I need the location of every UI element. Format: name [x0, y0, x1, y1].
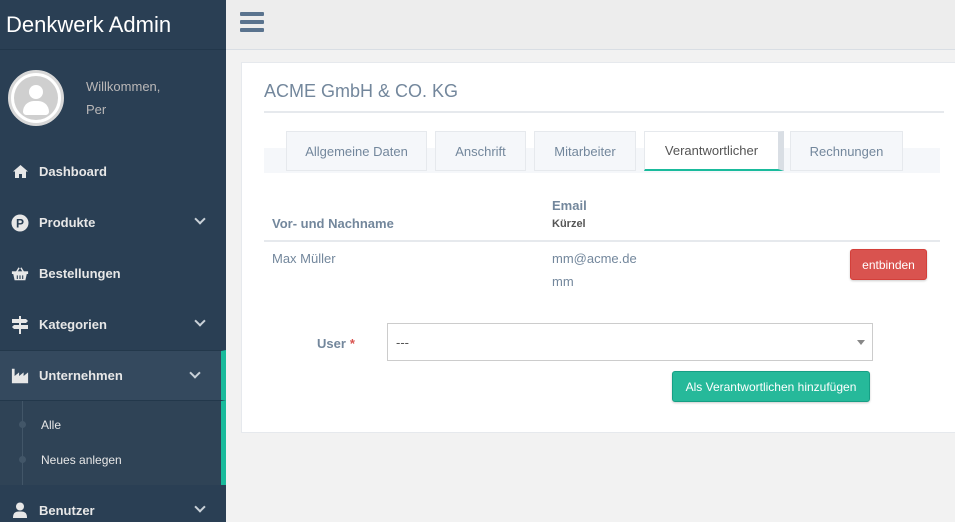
brand-title[interactable]: Denkwerk Admin — [0, 0, 226, 50]
title-divider — [264, 111, 944, 113]
column-header-name: Vor- und Nachname — [272, 216, 394, 231]
user-select[interactable]: --- — [387, 323, 873, 361]
add-responsible-button[interactable]: Als Verantwortlichen hinzufügen — [672, 371, 870, 402]
top-bar — [226, 0, 955, 50]
tab-rechnungen[interactable]: Rechnungen — [790, 131, 903, 171]
tab-mitarbeiter[interactable]: Mitarbeiter — [534, 131, 636, 171]
submenu-item-neues-anlegen[interactable]: Neues anlegen — [0, 442, 221, 477]
sidebar-item-bestellungen[interactable]: Bestellungen — [0, 248, 226, 299]
chevron-down-icon — [194, 315, 206, 327]
company-panel: ACME GmbH & CO. KG Allgemeine Daten Ansc… — [241, 62, 955, 433]
cell-email: mm@acme.de — [552, 251, 637, 266]
sidebar-item-label: Dashboard — [39, 164, 107, 179]
sidebar-item-label: Benutzer — [39, 503, 95, 518]
user-select-value: --- — [396, 334, 409, 350]
sidebar-item-label: Bestellungen — [39, 266, 121, 281]
sidebar-item-kategorien[interactable]: Kategorien — [0, 299, 226, 350]
profile-name: Per — [86, 102, 107, 117]
tab-verantwortlicher[interactable]: Verantwortlicher — [644, 131, 784, 171]
chevron-down-icon — [189, 367, 201, 379]
parking-icon: P — [11, 214, 29, 232]
cell-kuerzel: mm — [552, 274, 574, 289]
column-header-kuerzel: Kürzel — [552, 218, 586, 230]
menu-toggle-icon[interactable] — [240, 12, 264, 32]
sidebar-item-label: Unternehmen — [39, 368, 123, 383]
cell-name: Max Müller — [272, 251, 336, 266]
svg-text:P: P — [16, 216, 24, 230]
sidebar-item-label: Produkte — [39, 215, 96, 230]
tab-anschrift[interactable]: Anschrift — [435, 131, 526, 171]
basket-icon — [11, 265, 29, 283]
column-header-email: Email — [552, 198, 587, 213]
sidebar-nav: Dashboard P Produkte Bestellungen Katego… — [0, 146, 226, 522]
sidebar-item-dashboard[interactable]: Dashboard — [0, 146, 226, 197]
tab-allgemeine-daten[interactable]: Allgemeine Daten — [286, 131, 427, 171]
industry-icon — [11, 367, 29, 385]
profile: Willkommen, Per — [0, 50, 226, 146]
sidebar: Denkwerk Admin Willkommen, Per Dashboard… — [0, 0, 226, 522]
welcome-text: Willkommen, — [86, 79, 161, 94]
submenu-item-alle[interactable]: Alle — [0, 407, 221, 442]
required-marker: * — [349, 336, 355, 351]
chevron-down-icon — [194, 501, 206, 513]
chevron-down-icon — [194, 213, 206, 225]
signpost-icon — [11, 315, 29, 334]
sidebar-item-label: Kategorien — [39, 317, 107, 332]
user-field-label: User * — [317, 336, 355, 351]
sidebar-item-produkte[interactable]: P Produkte — [0, 197, 226, 248]
sidebar-item-benutzer[interactable]: Benutzer — [0, 485, 226, 522]
avatar — [8, 70, 64, 126]
user-icon — [11, 502, 29, 520]
caret-down-icon — [857, 340, 865, 345]
table-header-divider — [264, 240, 940, 242]
home-icon — [11, 163, 29, 181]
sidebar-item-unternehmen[interactable]: Unternehmen — [0, 350, 226, 401]
submenu-unternehmen: Alle Neues anlegen — [0, 401, 226, 485]
page-title: ACME GmbH & CO. KG — [264, 81, 459, 101]
entbinden-button[interactable]: entbinden — [850, 249, 927, 280]
